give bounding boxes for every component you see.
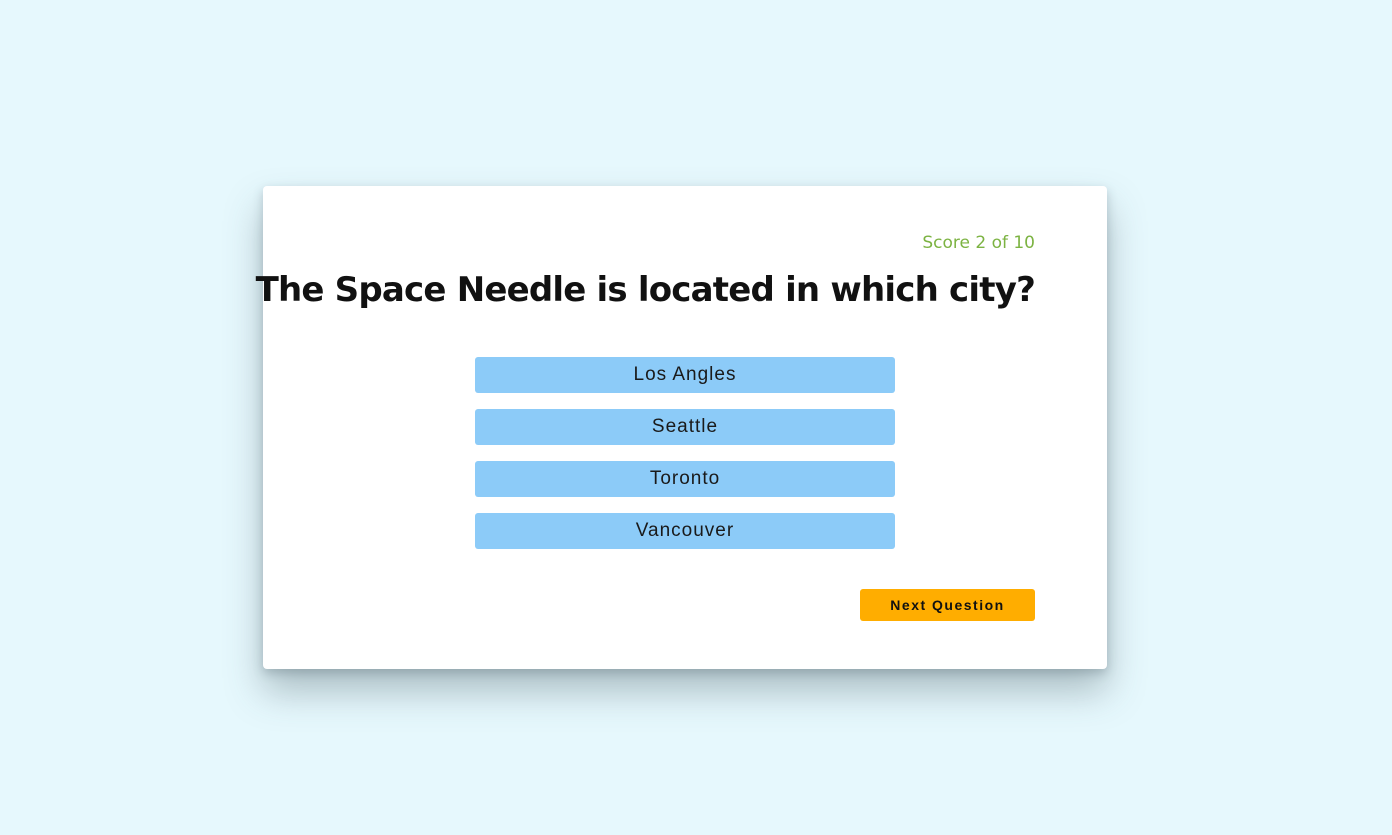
answer-button-vancouver[interactable]: Vancouver bbox=[475, 513, 895, 549]
next-question-button[interactable]: Next Question bbox=[860, 589, 1035, 621]
score-label: Score 2 of 10 bbox=[922, 233, 1035, 253]
question-text: The Space Needle is located in which cit… bbox=[255, 270, 1036, 310]
answer-button-toronto[interactable]: Toronto bbox=[475, 461, 895, 497]
answer-list: Los Angles Seattle Toronto Vancouver bbox=[475, 357, 895, 565]
answer-button-los-angles[interactable]: Los Angles bbox=[475, 357, 895, 393]
answer-button-seattle[interactable]: Seattle bbox=[475, 409, 895, 445]
quiz-card: Score 2 of 10 The Space Needle is locate… bbox=[256, 186, 1107, 669]
